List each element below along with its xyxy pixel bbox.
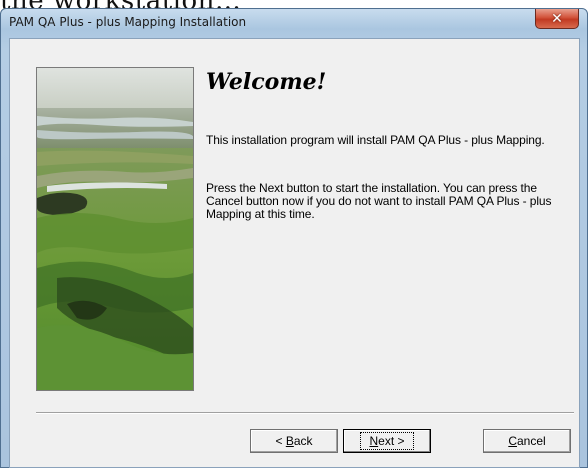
welcome-heading: Welcome! [206, 69, 327, 95]
back-button-label: < Back [275, 434, 313, 448]
cancel-button[interactable]: Cancel [483, 429, 571, 453]
dialog-client-area: Welcome! This installation program will … [9, 38, 580, 468]
window-title: PAM QA Plus - plus Mapping Installation [9, 15, 247, 29]
close-button[interactable]: ✕ [535, 9, 579, 29]
installer-window: PAM QA Plus - plus Mapping Installation … [0, 8, 588, 468]
close-icon: ✕ [551, 10, 563, 27]
next-button[interactable]: Next > [343, 429, 431, 453]
button-separator [36, 412, 574, 414]
title-bar[interactable]: PAM QA Plus - plus Mapping Installation … [1, 9, 587, 37]
intro-paragraph: This installation program will install P… [206, 133, 545, 147]
next-button-label: Next > [360, 432, 414, 450]
back-button[interactable]: < Back [250, 429, 338, 453]
instructions-paragraph: Press the Next button to start the insta… [206, 181, 552, 221]
landscape-image [36, 67, 194, 391]
cancel-button-label: Cancel [508, 434, 546, 448]
